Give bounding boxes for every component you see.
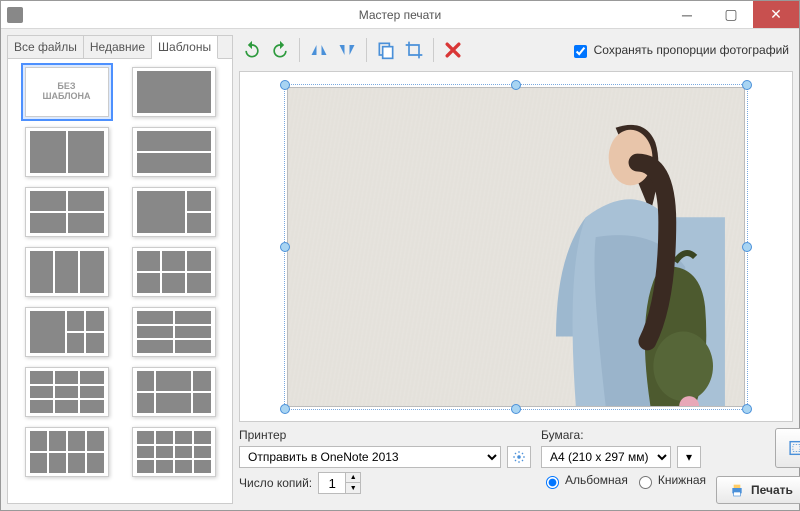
crop-icon[interactable] <box>401 37 427 63</box>
print-page[interactable] <box>287 87 745 407</box>
left-panel: Все файлы Недавние Шаблоны БЕЗ ШАБЛОНА <box>7 35 233 504</box>
template-none[interactable]: БЕЗ ШАБЛОНА <box>25 67 109 117</box>
template-item[interactable] <box>25 187 109 237</box>
resize-handle[interactable] <box>280 80 290 90</box>
copies-spinner[interactable]: ▲▼ <box>318 472 361 494</box>
resize-handle[interactable] <box>742 404 752 414</box>
paper-size-select[interactable]: A4 (210 x 297 мм) <box>541 446 671 468</box>
chevron-down-icon: ▾ <box>686 450 692 464</box>
minimize-button[interactable]: ─ <box>665 1 709 28</box>
template-item[interactable] <box>132 187 216 237</box>
selection-frame[interactable] <box>284 84 748 410</box>
resize-handle[interactable] <box>742 80 752 90</box>
copies-up[interactable]: ▲ <box>346 473 360 483</box>
delete-icon[interactable] <box>440 37 466 63</box>
printer-group: Принтер Отправить в OneNote 2013 Число к… <box>239 428 531 494</box>
bottom-controls: Принтер Отправить в OneNote 2013 Число к… <box>239 428 793 504</box>
paper-group: Бумага: A4 (210 x 297 мм) ▾ Альбомная Кн… <box>541 428 706 488</box>
bottom-right: Поля и отступы Печать Отмена <box>716 428 800 504</box>
template-item[interactable] <box>25 247 109 297</box>
tab-all-files[interactable]: Все файлы <box>8 36 84 58</box>
rotate-right-icon[interactable] <box>267 37 293 63</box>
template-item[interactable] <box>132 427 216 477</box>
rotate-left-icon[interactable] <box>239 37 265 63</box>
keep-ratio-checkbox[interactable]: Сохранять пропорции фотографий <box>570 41 793 60</box>
preview-area <box>239 71 793 422</box>
template-item[interactable] <box>132 307 216 357</box>
toolbar: Сохранять пропорции фотографий <box>239 35 793 65</box>
titlebar: Мастер печати ─ ▢ ✕ <box>1 1 799 29</box>
template-item[interactable] <box>25 127 109 177</box>
template-list[interactable]: БЕЗ ШАБЛОНА <box>8 59 232 503</box>
template-item[interactable] <box>132 247 216 297</box>
margins-button[interactable]: Поля и отступы <box>775 428 800 468</box>
margins-icon <box>788 439 800 457</box>
printer-settings-button[interactable] <box>507 446 531 468</box>
resize-handle[interactable] <box>280 242 290 252</box>
template-item[interactable] <box>25 307 109 357</box>
paper-label: Бумага: <box>541 428 706 442</box>
close-button[interactable]: ✕ <box>753 1 799 28</box>
template-item[interactable] <box>25 367 109 417</box>
template-item[interactable] <box>132 367 216 417</box>
paper-settings-button[interactable]: ▾ <box>677 446 701 468</box>
copies-down[interactable]: ▼ <box>346 483 360 493</box>
window-controls: ─ ▢ ✕ <box>665 1 799 28</box>
template-item[interactable] <box>132 67 216 117</box>
orientation-landscape[interactable]: Альбомная <box>541 472 628 488</box>
body: Все файлы Недавние Шаблоны БЕЗ ШАБЛОНА <box>1 29 799 510</box>
flip-horizontal-icon[interactable] <box>306 37 332 63</box>
print-button[interactable]: Печать <box>716 476 800 504</box>
flip-vertical-icon[interactable] <box>334 37 360 63</box>
tabs: Все файлы Недавние Шаблоны <box>8 36 232 59</box>
maximize-button[interactable]: ▢ <box>709 1 753 28</box>
resize-handle[interactable] <box>511 404 521 414</box>
tab-recent[interactable]: Недавние <box>84 36 152 58</box>
copies-label: Число копий: <box>239 476 312 490</box>
tab-templates[interactable]: Шаблоны <box>152 36 218 59</box>
right-panel: Сохранять пропорции фотографий <box>239 35 793 504</box>
copy-icon[interactable] <box>373 37 399 63</box>
printer-icon <box>729 482 745 498</box>
printer-select[interactable]: Отправить в OneNote 2013 <box>239 446 501 468</box>
template-item[interactable] <box>132 127 216 177</box>
copies-input[interactable] <box>318 472 346 494</box>
resize-handle[interactable] <box>511 80 521 90</box>
printer-label: Принтер <box>239 428 531 442</box>
print-wizard-window: Мастер печати ─ ▢ ✕ Все файлы Недавние Ш… <box>0 0 800 511</box>
template-item[interactable] <box>25 427 109 477</box>
resize-handle[interactable] <box>742 242 752 252</box>
resize-handle[interactable] <box>280 404 290 414</box>
orientation-portrait[interactable]: Книжная <box>634 472 706 488</box>
